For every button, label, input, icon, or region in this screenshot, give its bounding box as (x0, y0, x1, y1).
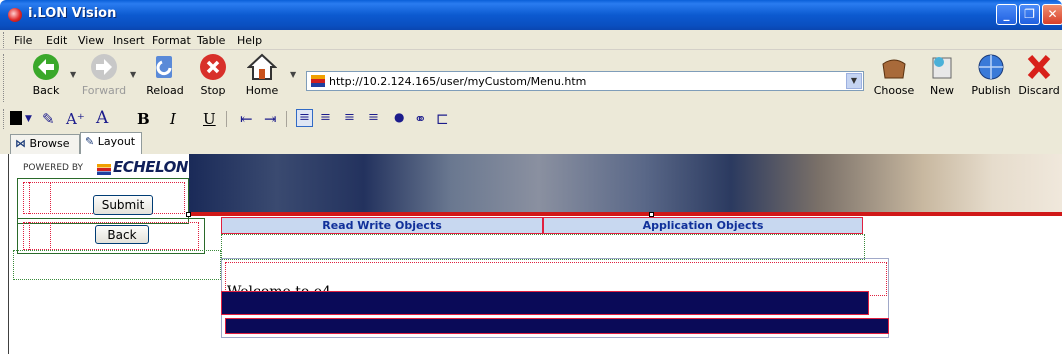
tab-layout[interactable]: ✎ Layout (80, 132, 142, 154)
address-bar[interactable]: http://10.2.124.165/user/myCustom/Menu.h… (306, 71, 864, 91)
link-icon[interactable]: ⚭ (414, 110, 427, 128)
menu-view[interactable]: View (78, 34, 104, 47)
navy-banner-bar (221, 291, 869, 315)
decrease-font-icon[interactable]: A (96, 108, 108, 128)
forward-button[interactable]: Forward (80, 52, 128, 97)
app-icon (8, 8, 22, 22)
maximize-button[interactable]: ❐ (1019, 4, 1040, 25)
separator (286, 111, 287, 127)
menu-table[interactable]: Table (197, 34, 225, 47)
powered-by-logo: POWERED BY ECHELON (17, 154, 189, 176)
new-button[interactable]: New (926, 52, 958, 97)
table-row-box (221, 234, 865, 260)
left-panel-box (13, 250, 221, 280)
toolbar-grip-icon (3, 54, 6, 102)
stop-label: Stop (200, 84, 226, 97)
submit-button[interactable]: Submit (93, 195, 153, 215)
align-center-icon[interactable]: ≡ (320, 110, 331, 128)
menu-grip-icon (3, 32, 6, 48)
menu-format[interactable]: Format (152, 34, 191, 47)
bold-button[interactable]: B (137, 110, 150, 128)
menu-edit[interactable]: Edit (46, 34, 67, 47)
tab-browse-label: Browse (29, 137, 70, 150)
underline-button[interactable]: U (203, 110, 216, 128)
banner-divider (189, 212, 1062, 216)
choose-icon (882, 59, 906, 79)
address-history-dropdown-icon[interactable]: ▼ (846, 73, 862, 89)
browse-icon: ⋈ (15, 137, 26, 150)
choose-label: Choose (873, 84, 915, 97)
pencil-icon: ✎ (85, 135, 95, 148)
stop-icon (200, 54, 226, 80)
choose-button[interactable]: Choose (872, 52, 916, 97)
reload-button[interactable]: Reload (144, 52, 186, 97)
home-label: Home (245, 84, 279, 97)
minimize-button[interactable]: _ (996, 4, 1017, 25)
menu-file[interactable]: File (14, 34, 32, 47)
format-grip-icon (3, 109, 6, 129)
home-icon (247, 53, 277, 80)
increase-font-icon[interactable]: A⁺ (66, 110, 85, 128)
new-label: New (930, 84, 954, 97)
back-spacer-cell (29, 222, 51, 250)
page-canvas: POWERED BY ECHELON Submit Back Read Writ… (8, 154, 1062, 354)
italic-button[interactable]: I (170, 110, 176, 128)
justify-icon[interactable]: ≡ (368, 110, 379, 128)
menu-bar: File Edit View Insert Format Table Help (0, 30, 1062, 50)
header-banner-image (189, 154, 1062, 216)
back-label: Back (32, 84, 60, 97)
text-color-icon[interactable] (10, 111, 22, 125)
stop-button[interactable]: Stop (196, 52, 230, 97)
publish-label: Publish (971, 84, 1011, 97)
align-left-icon[interactable]: ≡ (296, 109, 313, 127)
publish-button[interactable]: Publish (970, 52, 1012, 97)
discard-label: Discard (1018, 84, 1060, 97)
align-right-icon[interactable]: ≡ (344, 110, 355, 128)
view-tabs: ⋈ Browse ✎ Layout (0, 132, 1062, 154)
title-bar: i.LON Vision _ ❐ ✕ (0, 0, 1062, 30)
back-page-button[interactable]: Back (95, 225, 149, 244)
window-title: i.LON Vision (28, 6, 117, 21)
resize-handle[interactable] (186, 212, 191, 217)
back-dropdown-icon[interactable]: ▼ (70, 70, 76, 79)
submit-spacer-cell (29, 182, 51, 214)
back-button[interactable]: Back (26, 52, 66, 97)
forward-label: Forward (81, 84, 127, 97)
address-url: http://10.2.124.165/user/myCustom/Menu.h… (329, 75, 587, 88)
header-application-objects[interactable]: Application Objects (543, 217, 863, 234)
color-dropdown-icon[interactable]: ▼ (25, 114, 32, 132)
powered-by-text: POWERED BY (23, 163, 84, 173)
echelon-logo: ECHELON (97, 158, 188, 176)
discard-icon (1027, 54, 1051, 80)
menu-insert[interactable]: Insert (113, 34, 145, 47)
reload-icon (156, 56, 172, 78)
close-button[interactable]: ✕ (1042, 4, 1062, 25)
menu-help[interactable]: Help (237, 34, 262, 47)
navy-footer-bar (225, 318, 889, 334)
brand-name: ECHELON (113, 158, 188, 176)
outdent-icon[interactable]: ⇤ (240, 110, 253, 128)
image-icon[interactable]: ● (394, 110, 404, 128)
eraser-icon[interactable]: ✎ (42, 110, 55, 128)
discard-button[interactable]: Discard (1018, 52, 1060, 97)
address-dropdown-icon[interactable]: ▼ (290, 70, 296, 79)
publish-globe-icon (978, 54, 1004, 80)
reload-label: Reload (146, 84, 184, 97)
unlink-icon[interactable]: ⊏ (436, 110, 449, 128)
forward-dropdown-icon[interactable]: ▼ (130, 70, 136, 79)
separator (226, 111, 227, 127)
tab-layout-label: Layout (97, 135, 136, 148)
back-arrow-icon (33, 54, 59, 80)
header-read-write-objects[interactable]: Read Write Objects (221, 217, 543, 234)
echelon-stripes-icon (97, 164, 111, 175)
page-icon (311, 75, 325, 87)
new-page-icon (932, 57, 952, 79)
format-toolbar: ▼ ✎ A⁺ A B I U ⇤ ⇥ ≡ ≡ ≡ ≡ ● ⚭ ⊏ (0, 106, 1062, 132)
forward-arrow-icon (91, 54, 117, 80)
app-window: i.LON Vision _ ❐ ✕ File Edit View Insert… (0, 0, 1062, 354)
indent-icon[interactable]: ⇥ (264, 110, 277, 128)
tab-browse[interactable]: ⋈ Browse (10, 134, 80, 154)
home-button[interactable]: Home (244, 52, 280, 97)
